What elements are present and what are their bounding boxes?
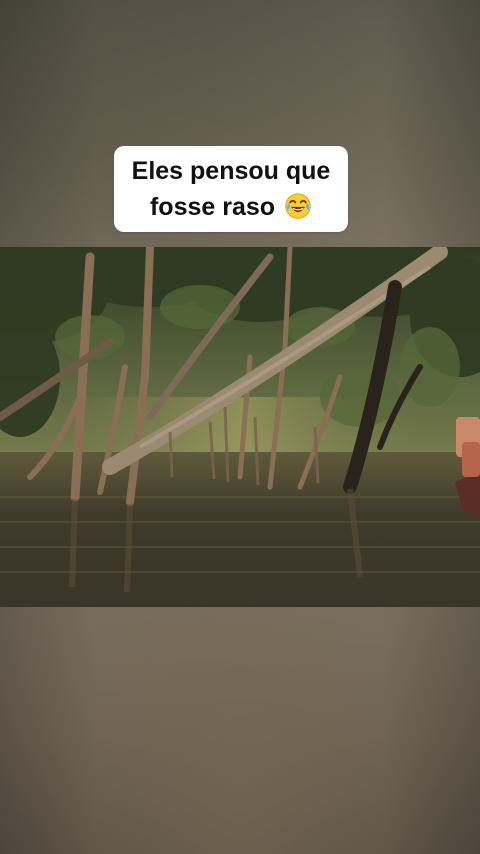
laughing-emoji-icon bbox=[285, 193, 311, 219]
caption-line-2: fosse raso bbox=[150, 189, 312, 225]
caption-line-2-text: fosse raso bbox=[149, 193, 276, 221]
caption-line-1: Eles pensou que bbox=[131, 157, 331, 185]
screen: Eles pensou que fosse raso bbox=[0, 0, 480, 854]
caption-bubble: Eles pensou que fosse raso bbox=[114, 146, 348, 232]
video-frame[interactable] bbox=[0, 247, 480, 607]
mangrove-scene bbox=[0, 247, 480, 607]
